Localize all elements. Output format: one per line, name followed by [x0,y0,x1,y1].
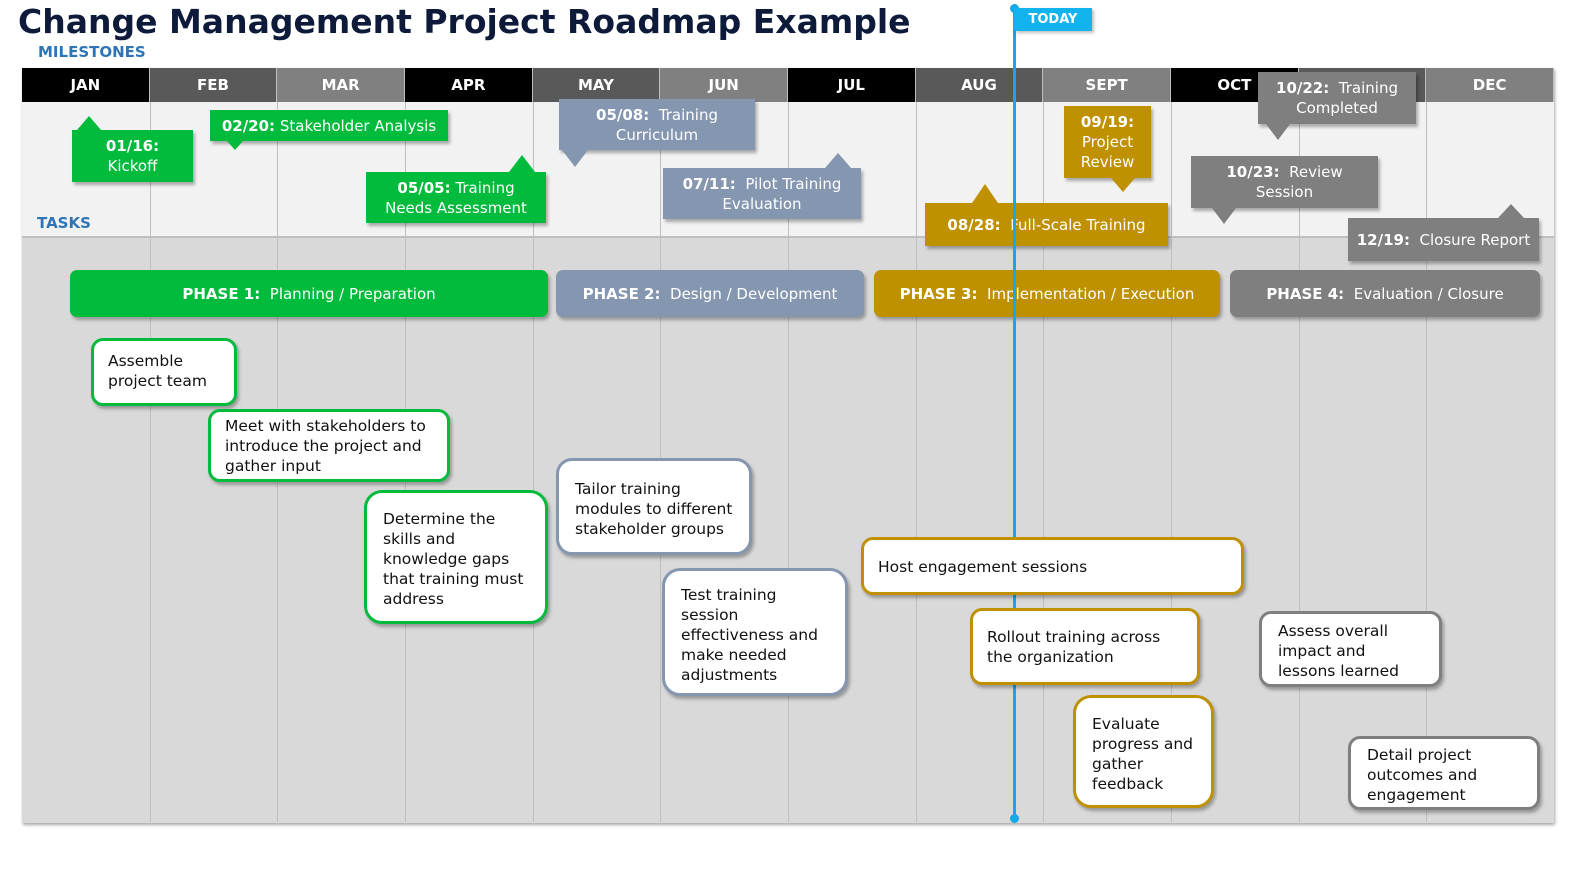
phase-bar-2[interactable]: PHASE 2: Design / Development [556,270,864,317]
callout-pointer-icon [509,155,535,172]
milestone-text: Kickoff [107,157,158,175]
callout-pointer-icon [1111,178,1135,192]
task-text: Detail project outcomes and engagement [1367,746,1478,804]
phase-label: PHASE 2: [582,284,661,303]
callout-pointer-icon [1498,204,1524,218]
task-text: Meet with stakeholders to introduce the … [225,417,426,475]
task-card[interactable]: Evaluate progress and gather feedback [1073,695,1214,808]
task-card[interactable]: Tailor training modules to different sta… [556,458,752,555]
phase-bar-4[interactable]: PHASE 4: Evaluation / Closure [1230,270,1540,317]
milestone-date: 05/05: [397,178,451,197]
callout-pointer-icon [972,184,998,203]
milestone-date: 09/19: [1080,113,1135,131]
month-may: MAY [532,68,661,102]
milestone-callout[interactable]: 08/28: Full-Scale Training [925,203,1168,246]
month-feb: FEB [149,68,278,102]
today-bottom-dot-icon [1010,814,1019,823]
phase-label: PHASE 4: [1266,284,1345,303]
task-card[interactable]: Assess overall impact and lessons learne… [1259,611,1442,687]
month-mar: MAR [277,68,405,102]
milestone-callout[interactable]: 01/16: Kickoff [72,130,193,182]
month-aug: AUG [915,68,1044,102]
phase-label: PHASE 3: [899,284,978,303]
task-card[interactable]: Detail project outcomes and engagement [1348,736,1540,810]
month-jun: JUN [660,68,788,102]
milestone-date: 12/19: [1356,230,1410,249]
task-text: Assess overall impact and lessons learne… [1278,622,1399,680]
phase-name: Evaluation / Closure [1353,284,1504,303]
task-card[interactable]: Meet with stakeholders to introduce the … [208,409,450,482]
milestones-label: MILESTONES [38,43,146,61]
task-card[interactable]: Test training session effectiveness and … [662,568,848,696]
milestone-callout[interactable]: 10/23: Review Session [1191,156,1378,208]
task-text: Tailor training modules to different sta… [575,480,733,538]
month-gridline [1426,102,1428,822]
callout-pointer-icon [1266,124,1290,140]
phase-bar-3[interactable]: PHASE 3: Implementation / Execution [874,270,1220,317]
tasks-label: TASKS [37,214,91,232]
callout-pointer-icon [562,150,588,167]
callout-pointer-icon [825,153,851,168]
phase-bar-1[interactable]: PHASE 1: Planning / Preparation [70,270,548,317]
month-gridline [915,102,917,822]
milestone-callout[interactable]: 09/19: Project Review [1064,106,1151,178]
task-card[interactable]: Determine the skills and knowledge gaps … [364,490,548,624]
month-jul: JUL [788,68,916,102]
page-title: Change Management Project Roadmap Exampl… [18,2,911,41]
milestone-date: 07/11: [682,174,736,193]
milestone-callout[interactable]: 10/22: Training Completed [1258,72,1416,124]
milestone-callout[interactable]: 02/20: Stakeholder Analysis [210,110,448,141]
month-gridline [1298,102,1300,822]
milestone-text: Closure Report [1419,230,1531,249]
milestone-text: Full-Scale Training [1010,215,1146,234]
milestone-date: 10/23: [1226,163,1280,181]
callout-pointer-icon [227,141,243,150]
milestone-callout[interactable]: 05/05: Training Needs Assessment [366,172,546,223]
month-apr: APR [405,68,533,102]
task-text: Host engagement sessions [878,558,1088,576]
phase-label: PHASE 1: [182,284,261,303]
milestone-callout[interactable]: 07/11: Pilot Training Evaluation [663,168,861,219]
task-card[interactable]: Host engagement sessions [861,537,1244,595]
task-card[interactable]: Assemble project team [91,338,237,406]
task-text: Evaluate progress and gather feedback [1092,715,1193,793]
milestone-date: 08/28: [947,215,1001,234]
month-sept: SEPT [1043,68,1171,102]
milestone-text: Project Review [1080,133,1135,171]
month-gridline [149,102,151,822]
task-text: Test training session effectiveness and … [681,586,818,684]
month-jan: JAN [22,68,150,102]
phase-name: Implementation / Execution [987,284,1195,303]
milestone-callout[interactable]: 12/19: Closure Report [1348,218,1539,261]
milestone-date: 01/16: [105,137,160,155]
task-text: Assemble project team [108,352,207,390]
milestone-date: 02/20: [221,116,276,135]
milestone-text: Pilot Training Evaluation [722,174,842,213]
today-label: TODAY [1014,8,1092,31]
month-dec: DEC [1426,68,1554,102]
task-card[interactable]: Rollout training across the organization [970,608,1200,685]
milestone-text: Stakeholder Analysis [279,116,437,135]
task-text: Determine the skills and knowledge gaps … [383,510,524,608]
today-line [1013,8,1016,820]
phase-name: Design / Development [670,284,838,303]
callout-pointer-icon [77,116,101,130]
milestone-callout[interactable]: 05/08: Training Curriculum [559,99,755,150]
task-text: Rollout training across the organization [987,628,1161,666]
milestone-date: 05/08: [596,105,650,124]
phase-name: Planning / Preparation [269,284,436,303]
callout-pointer-icon [1212,208,1236,224]
milestone-date: 10/22: [1276,79,1330,97]
